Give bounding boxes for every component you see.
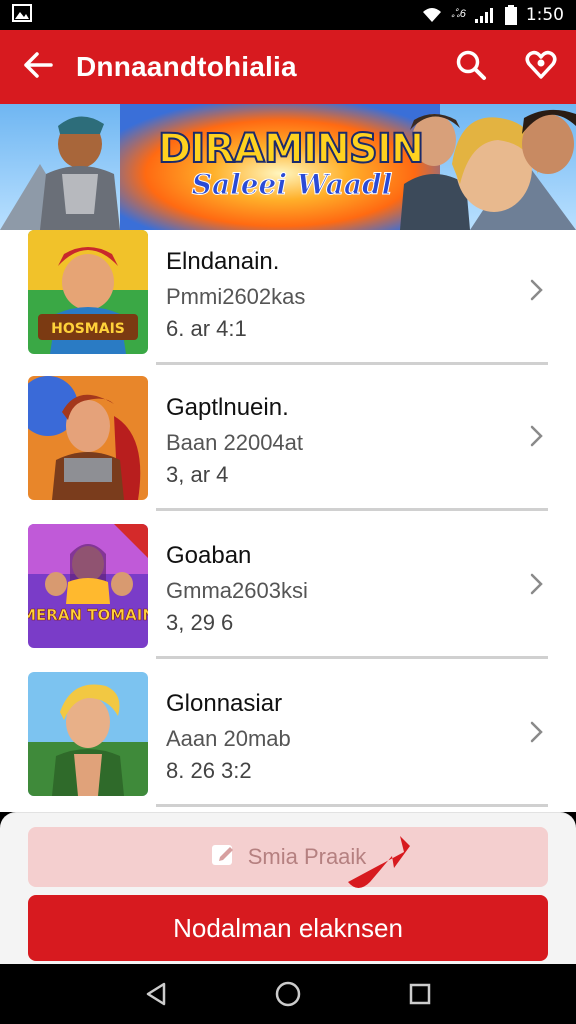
pointer-mark-icon [348, 836, 410, 888]
game-subtitle: Aaan 20mab [166, 726, 291, 751]
game-thumbnail [28, 672, 148, 796]
home-circle-icon [275, 981, 301, 1007]
search-button[interactable] [436, 30, 506, 104]
game-thumbnail [28, 376, 148, 500]
nav-back-button[interactable] [136, 974, 176, 1014]
nav-recents-button[interactable] [400, 974, 440, 1014]
promo-banner[interactable]: DIRAMINSIN Saleei Waadl [0, 104, 576, 230]
list-item[interactable]: Glonnasiar Aaan 20mab 8. 26 3:2 [0, 664, 576, 810]
edit-icon [210, 841, 236, 873]
clock: 1:50 [525, 5, 564, 25]
game-name: Gaptlnuein. [166, 394, 289, 421]
game-subtitle: Gmma2603ksi [166, 578, 308, 603]
action-sheet: Smia Praaik Nodalman elaknsen [0, 812, 576, 964]
status-bar: ஃ6 1:50 [0, 0, 576, 30]
system-nav-bar [0, 964, 576, 1024]
list-item[interactable]: MERAN TOMAIN Goaban Gmma2603ksi 3, 29 6 [0, 516, 576, 662]
game-meta: 3, ar 4 [166, 462, 229, 487]
back-triangle-icon [146, 982, 166, 1006]
search-icon [455, 49, 487, 86]
row-divider [156, 508, 548, 511]
game-name: Goaban [166, 542, 252, 569]
chevron-right-icon [530, 425, 543, 447]
nav-home-button[interactable] [268, 974, 308, 1014]
game-meta: 8. 26 3:2 [166, 758, 252, 783]
signal-icon [474, 6, 496, 24]
game-thumbnail: HOSMAIS [28, 230, 148, 354]
game-meta: 6. ar 4:1 [166, 316, 247, 341]
page-title: Dnnaandtohialia [76, 51, 297, 82]
wifi-icon [421, 6, 443, 24]
network-label: ஃ6 [451, 8, 466, 20]
recents-square-icon [409, 983, 431, 1005]
chevron-right-icon [530, 721, 543, 743]
game-meta: 3, 29 6 [166, 610, 234, 635]
game-subtitle: Baan 22004at [166, 430, 304, 455]
thumbnail-logo: MERAN TOMAIN [28, 606, 148, 624]
heart-icon [525, 49, 557, 86]
secondary-action-button[interactable]: Smia Praaik [28, 827, 548, 887]
primary-action-label: Nodalman elaknsen [173, 912, 403, 943]
row-divider [156, 656, 548, 659]
game-subtitle: Pmmi2602kas [166, 284, 306, 309]
thumbnail-logo: HOSMAIS [51, 321, 125, 337]
back-button[interactable] [0, 30, 76, 104]
chevron-right-icon [530, 573, 543, 595]
list-item[interactable]: HOSMAIS Elndanain. Pmmi2602kas 6. ar 4:1 [0, 230, 576, 368]
row-divider [156, 362, 548, 365]
arrow-left-icon [23, 51, 53, 83]
primary-action-button[interactable]: Nodalman elaknsen [28, 895, 548, 961]
game-list: HOSMAIS Elndanain. Pmmi2602kas 6. ar 4:1… [0, 230, 576, 812]
chevron-right-icon [530, 279, 543, 301]
gallery-notification-icon [12, 3, 32, 27]
battery-icon [504, 5, 518, 25]
row-divider [156, 804, 548, 807]
favorite-button[interactable] [506, 30, 576, 104]
app-bar: Dnnaandtohialia [0, 30, 576, 104]
game-thumbnail: MERAN TOMAIN [28, 524, 148, 648]
list-item[interactable]: Gaptlnuein. Baan 22004at 3, ar 4 [0, 368, 576, 514]
game-name: Glonnasiar [166, 690, 283, 717]
game-name: Elndanain. [166, 248, 280, 275]
banner-subtitle: Saleei Waadl [191, 168, 393, 202]
banner-title: DIRAMINSIN [157, 125, 425, 173]
